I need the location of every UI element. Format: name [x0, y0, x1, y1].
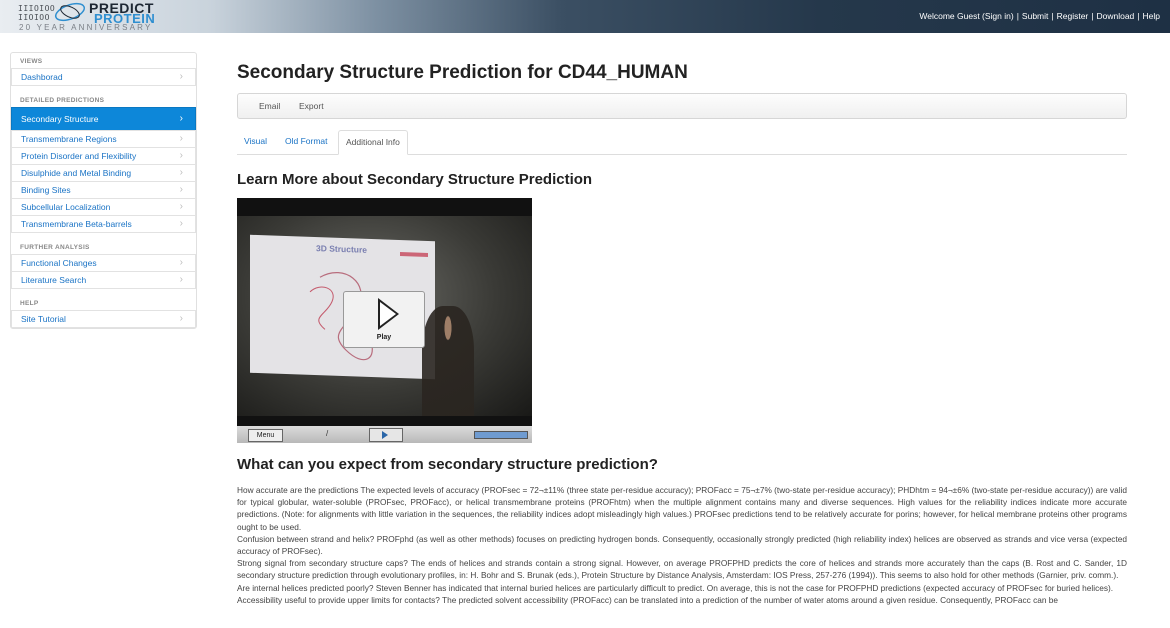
video-time-display: / [326, 429, 329, 438]
chevron-right-icon: › [179, 184, 183, 195]
chevron-right-icon: › [179, 313, 183, 324]
sidebar-item-label: Literature Search [21, 275, 87, 285]
download-link[interactable]: Download [1096, 11, 1134, 21]
paragraph-internal-helices: Are internal helices predicted poorly? S… [237, 582, 1114, 593]
expectations-heading: What can you expect from secondary struc… [237, 456, 658, 473]
sidebar-item-transmembrane-regions[interactable]: Transmembrane Regions › [11, 130, 196, 147]
play-overlay-button[interactable]: Play [343, 291, 425, 348]
presenter-figure [422, 306, 474, 416]
sidebar-nav: VIEWS Dashborad › DETAILED PREDICTIONS Se… [10, 52, 197, 329]
submit-link[interactable]: Submit [1022, 11, 1048, 21]
sidebar-item-subcellular-localization[interactable]: Subcellular Localization › [11, 198, 196, 215]
paragraph-accuracy: How accurate are the predictions The exp… [237, 485, 1127, 532]
chevron-right-icon: › [179, 71, 183, 82]
user-links: Welcome Guest (Sign in) | Submit | Register |… [919, 11, 1160, 21]
sidebar-item-label: Transmembrane Beta-barrels [21, 219, 132, 229]
sidebar-item-literature-search[interactable]: Literature Search › [11, 271, 196, 289]
chevron-right-icon: › [179, 218, 183, 229]
sidebar-item-label: Secondary Structure [21, 114, 99, 124]
video-menu-button[interactable]: Menu [248, 429, 283, 442]
paragraph-accessibility: Accessibility useful to provide upper li… [237, 594, 1059, 605]
sidebar-item-label: Disulphide and Metal Binding [21, 168, 132, 178]
register-link[interactable]: Register [1057, 11, 1089, 21]
sidebar-heading-further-analysis: FURTHER ANALYSIS [20, 244, 90, 251]
chevron-right-icon: › [179, 133, 183, 144]
tab-visual[interactable]: Visual [237, 130, 274, 153]
view-tabs: Visual Old Format Additional Info [237, 130, 1127, 155]
info-body-text: How accurate are the predictions The exp… [237, 484, 1127, 606]
logo-bits: IIIOIOO IIOIOO [18, 4, 56, 22]
sidebar-item-binding-sites[interactable]: Binding Sites › [11, 181, 196, 198]
play-label: Play [376, 334, 392, 341]
sidebar-item-functional-changes[interactable]: Functional Changes › [11, 254, 196, 271]
help-link[interactable]: Help [1143, 11, 1160, 21]
sidebar-item-label: Transmembrane Regions [21, 134, 117, 144]
sidebar-item-protein-disorder[interactable]: Protein Disorder and Flexibility › [11, 147, 196, 164]
tab-old-format[interactable]: Old Format [278, 130, 335, 153]
video-player[interactable]: 3D Structure Play Menu / [237, 198, 532, 443]
tab-additional-info[interactable]: Additional Info [338, 130, 408, 155]
page-title: Secondary Structure Prediction for CD44_… [237, 62, 688, 83]
chevron-right-icon: › [179, 257, 183, 268]
main-content: Secondary Structure Prediction for CD44_… [237, 52, 1127, 605]
learn-more-heading: Learn More about Secondary Structure Pre… [237, 171, 593, 188]
sidebar-item-dashboard[interactable]: Dashborad › [11, 68, 196, 86]
sidebar-heading-views: VIEWS [20, 58, 43, 65]
predictprotein-logo[interactable]: IIIOIOO IIOIOO PREDICT PROTEIN 20 YEAR A… [14, 0, 174, 33]
sidebar-item-transmembrane-beta-barrels[interactable]: Transmembrane Beta-barrels › [11, 215, 196, 233]
video-progress-bar[interactable] [474, 431, 528, 439]
sidebar-item-label: Subcellular Localization [21, 202, 111, 212]
logo-swirl-icon [54, 2, 86, 22]
logo-tagline: 20 YEAR ANNIVERSARY [19, 23, 153, 32]
play-icon [382, 431, 388, 439]
export-button[interactable]: Export [299, 94, 324, 118]
email-button[interactable]: Email [259, 94, 280, 118]
chevron-right-icon: › [179, 150, 183, 161]
sidebar-item-label: Functional Changes [21, 258, 97, 268]
video-controls: Menu / [237, 426, 532, 443]
paragraph-strand-helix: Confusion between strand and helix? PROF… [237, 533, 1127, 557]
sidebar-item-site-tutorial[interactable]: Site Tutorial › [11, 310, 196, 328]
video-play-button[interactable] [369, 428, 403, 442]
sidebar-item-label: Dashborad [21, 72, 63, 82]
chevron-right-icon: › [179, 113, 183, 124]
sidebar-heading-detailed-predictions: DETAILED PREDICTIONS [20, 97, 105, 104]
sidebar-item-label: Protein Disorder and Flexibility [21, 151, 137, 161]
sidebar-item-label: Site Tutorial [21, 314, 66, 324]
sidebar-item-secondary-structure[interactable]: Secondary Structure › [11, 107, 196, 130]
action-toolbar: Email Export [237, 93, 1127, 119]
sidebar-item-label: Binding Sites [21, 185, 71, 195]
sidebar-heading-help: HELP [20, 300, 39, 307]
sidebar-item-disulphide-metal-binding[interactable]: Disulphide and Metal Binding › [11, 164, 196, 181]
welcome-sign-in-link[interactable]: Welcome Guest (Sign in) [919, 11, 1013, 21]
chevron-right-icon: › [179, 167, 183, 178]
paragraph-caps: Strong signal from secondary structure c… [237, 558, 1127, 581]
chevron-right-icon: › [179, 201, 183, 212]
top-header: IIIOIOO IIOIOO PREDICT PROTEIN 20 YEAR A… [0, 0, 1170, 33]
chevron-right-icon: › [179, 274, 183, 285]
